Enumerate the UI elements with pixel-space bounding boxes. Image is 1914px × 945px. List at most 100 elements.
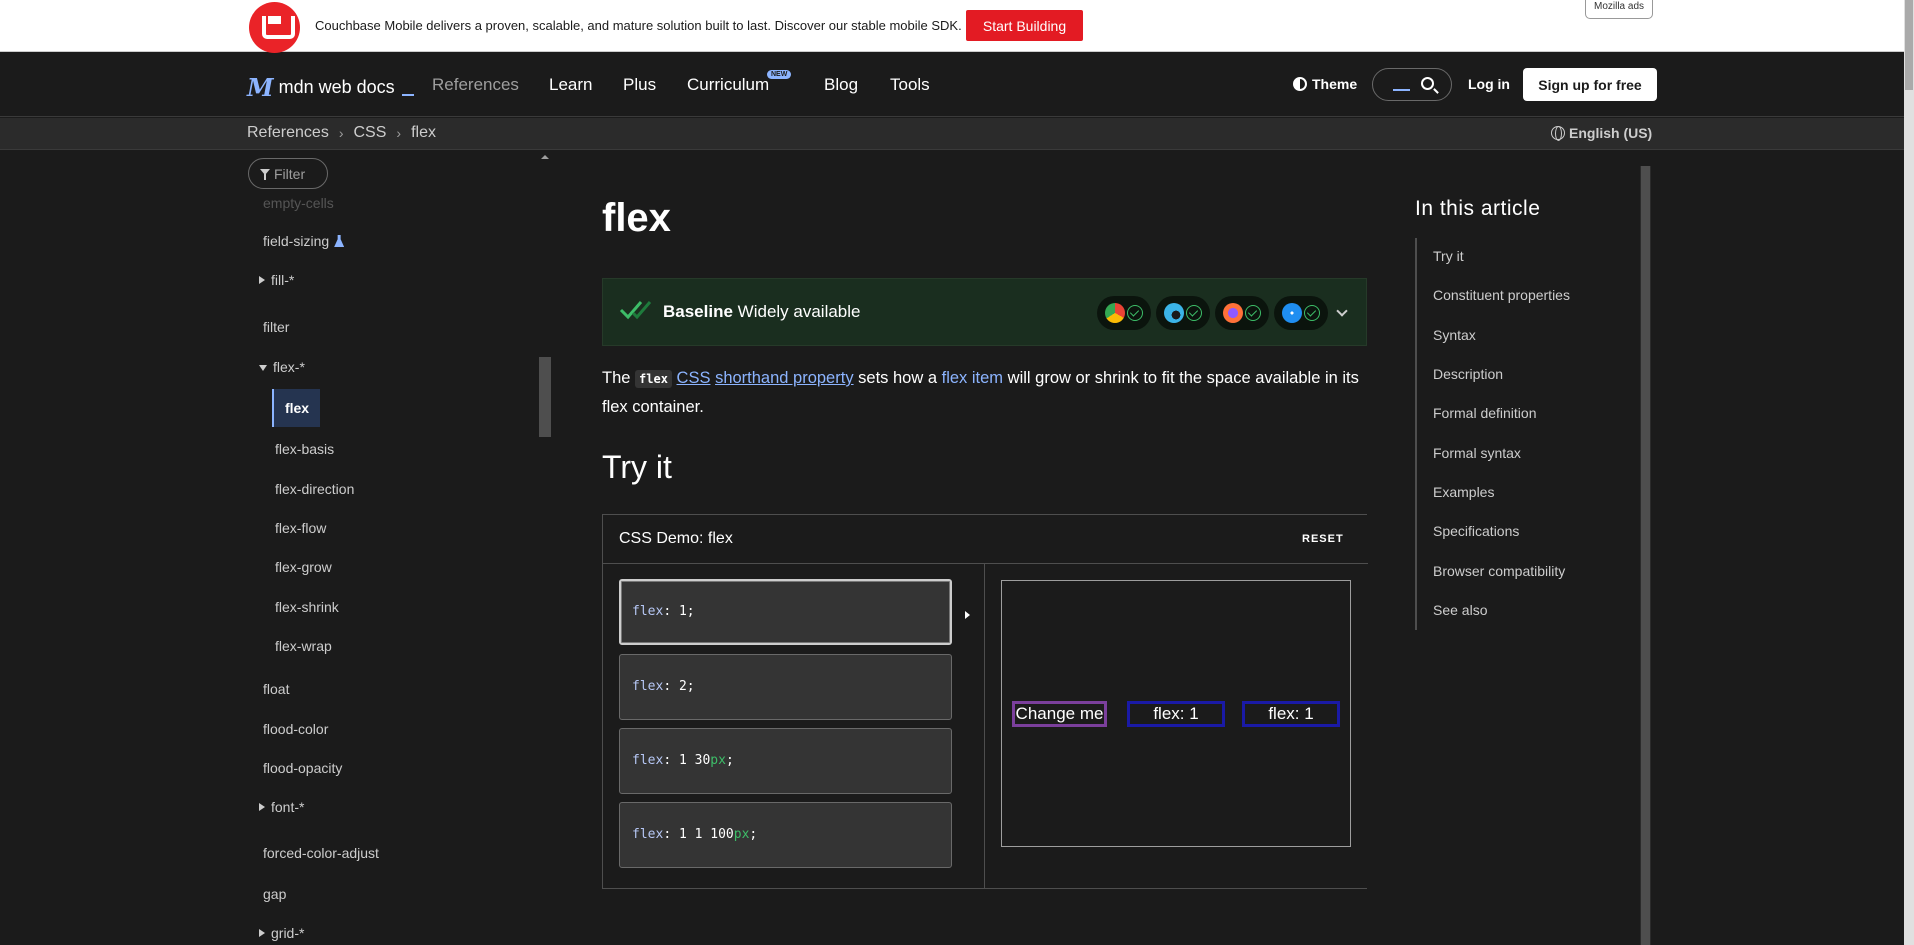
demo-divider <box>984 564 985 889</box>
link-shorthand-property[interactable]: shorthand property <box>715 369 854 387</box>
scroll-up-icon[interactable] <box>541 155 549 159</box>
couchbase-logo-icon[interactable] <box>249 2 300 53</box>
theme-label: Theme <box>1312 76 1358 92</box>
start-building-button[interactable]: Start Building <box>966 10 1083 41</box>
mozilla-ads-tag[interactable]: Mozilla ads <box>1585 0 1654 19</box>
sidebar-item-empty-cells[interactable]: empty-cells <box>263 195 334 211</box>
code-value: : 1 1 <box>663 827 711 842</box>
search-input[interactable] <box>1372 68 1452 101</box>
toc-line <box>1415 238 1417 630</box>
check-icon <box>1186 305 1202 321</box>
sidebar-item-flex-grow[interactable]: flex-grow <box>275 559 332 575</box>
code-value: : 2; <box>663 679 695 694</box>
caret-right-icon <box>259 803 265 811</box>
code-option-1[interactable]: flex: 1; <box>619 579 952 645</box>
mdn-logo[interactable]: M mdn web docs <box>247 73 414 102</box>
language-label: English (US) <box>1569 125 1653 141</box>
safari-support <box>1274 296 1328 330</box>
code-prop: flex <box>632 753 664 768</box>
signup-button[interactable]: Sign up for free <box>1523 68 1657 101</box>
chevron-down-icon[interactable] <box>1336 305 1348 317</box>
baseline-rest: Widely available <box>732 302 861 321</box>
toc-item-formal-definition[interactable]: Formal definition <box>1433 405 1537 421</box>
sidebar-item-flex-direction[interactable]: flex-direction <box>275 481 354 497</box>
nav-tools[interactable]: Tools <box>890 75 930 95</box>
baseline-banner[interactable]: Baseline Widely available <box>602 278 1367 346</box>
nav-blog[interactable]: Blog <box>824 75 858 95</box>
search-icon[interactable] <box>1421 77 1434 90</box>
sidebar-item-label: field-sizing <box>263 233 330 249</box>
flex-item-change-me: Change me <box>1012 701 1107 727</box>
code-option-4[interactable]: flex: 1 1 100px; <box>619 802 952 868</box>
login-link[interactable]: Log in <box>1468 76 1510 92</box>
sidebar-item-gap[interactable]: gap <box>263 886 286 902</box>
nav-curriculum[interactable]: Curriculum <box>687 75 769 95</box>
sidebar-item-float[interactable]: float <box>263 681 289 697</box>
sidebar-item-flex[interactable]: flex <box>272 389 320 427</box>
sidebar-item-flood-opacity[interactable]: flood-opacity <box>263 760 342 776</box>
globe-icon <box>1551 126 1565 141</box>
reset-button[interactable]: RESET <box>1302 533 1344 545</box>
sidebar-item-flex-shrink[interactable]: flex-shrink <box>275 599 339 615</box>
sidebar-scrollbar[interactable] <box>539 357 551 437</box>
page-scrollbar-thumb[interactable] <box>1905 0 1913 90</box>
css-demo: CSS Demo: flex RESET flex: 1; flex: 2; f… <box>602 514 1368 889</box>
sidebar-item-flex-wrap[interactable]: flex-wrap <box>275 638 332 654</box>
sidebar-item-forced-color-adjust[interactable]: forced-color-adjust <box>263 845 379 861</box>
nav-plus[interactable]: Plus <box>623 75 656 95</box>
firefox-icon <box>1223 303 1243 323</box>
breadcrumb-bar: References › CSS › flex English (US) <box>0 118 1904 150</box>
toc-item-description[interactable]: Description <box>1433 366 1503 382</box>
breadcrumb-references[interactable]: References <box>247 124 329 142</box>
filter-input[interactable]: Filter <box>248 158 328 189</box>
safari-icon <box>1282 303 1302 323</box>
logo-text: mdn web docs <box>278 77 395 97</box>
firefox-support <box>1215 296 1269 330</box>
nav-references[interactable]: References <box>432 75 519 95</box>
sidebar-item-filter[interactable]: filter <box>263 319 289 335</box>
sidebar-item-grid[interactable]: grid-* <box>259 925 304 941</box>
sidebar-item-flex-flow[interactable]: flex-flow <box>275 520 326 536</box>
new-badge: NEW <box>767 70 792 79</box>
sidebar-item-flood-color[interactable]: flood-color <box>263 721 328 737</box>
theme-button[interactable]: Theme <box>1293 76 1357 92</box>
toc-item-constituent-properties[interactable]: Constituent properties <box>1433 287 1570 303</box>
toc-item-see-also[interactable]: See also <box>1433 602 1487 618</box>
top-navigation: M mdn web docs References Learn Plus Cur… <box>0 53 1904 117</box>
flex-item: flex: 1 <box>1127 701 1225 727</box>
language-selector[interactable]: English (US) <box>1551 125 1652 141</box>
code-option-2[interactable]: flex: 2; <box>619 654 952 720</box>
desc-text: The <box>602 369 636 387</box>
link-flex-item[interactable]: flex item <box>942 369 1003 387</box>
toc-item-specifications[interactable]: Specifications <box>1433 523 1519 539</box>
sidebar-item-field-sizing[interactable]: field-sizing <box>263 233 345 249</box>
link-css[interactable]: CSS <box>677 369 711 387</box>
sidebar-item-font[interactable]: font-* <box>259 799 304 815</box>
toc-item-formal-syntax[interactable]: Formal syntax <box>1433 445 1521 461</box>
code-end: ; <box>725 753 734 768</box>
sidebar-item-fill[interactable]: fill-* <box>259 272 294 288</box>
toc-item-browser-compatibility[interactable]: Browser compatibility <box>1433 563 1565 579</box>
sidebar-item-label: flex-* <box>273 359 305 375</box>
sidebar: Filter empty-cells field-sizing fill-* f… <box>247 151 552 945</box>
main-scrollbar[interactable] <box>1641 166 1650 945</box>
breadcrumb-css[interactable]: CSS <box>354 124 387 142</box>
sidebar-item-flex-group[interactable]: flex-* <box>259 359 305 375</box>
baseline-bold: Baseline <box>663 302 733 321</box>
check-icon <box>1245 305 1261 321</box>
toc-item-syntax[interactable]: Syntax <box>1433 327 1476 343</box>
code-number: 100 <box>710 827 734 842</box>
ad-text[interactable]: Couchbase Mobile delivers a proven, scal… <box>315 18 962 33</box>
sidebar-item-flex-basis[interactable]: flex-basis <box>275 441 334 457</box>
toc-item-try-it[interactable]: Try it <box>1433 248 1464 264</box>
nav-learn[interactable]: Learn <box>549 75 592 95</box>
try-it-heading: Try it <box>602 449 672 485</box>
code-end: ; <box>749 827 758 842</box>
check-icon <box>1127 305 1143 321</box>
code-option-3[interactable]: flex: 1 30px; <box>619 728 952 794</box>
page-scrollbar[interactable] <box>1904 0 1914 945</box>
breadcrumb-flex[interactable]: flex <box>411 124 436 142</box>
code-number: 30 <box>694 753 711 768</box>
toc-item-examples[interactable]: Examples <box>1433 484 1494 500</box>
desc-text: sets how a <box>853 369 942 387</box>
